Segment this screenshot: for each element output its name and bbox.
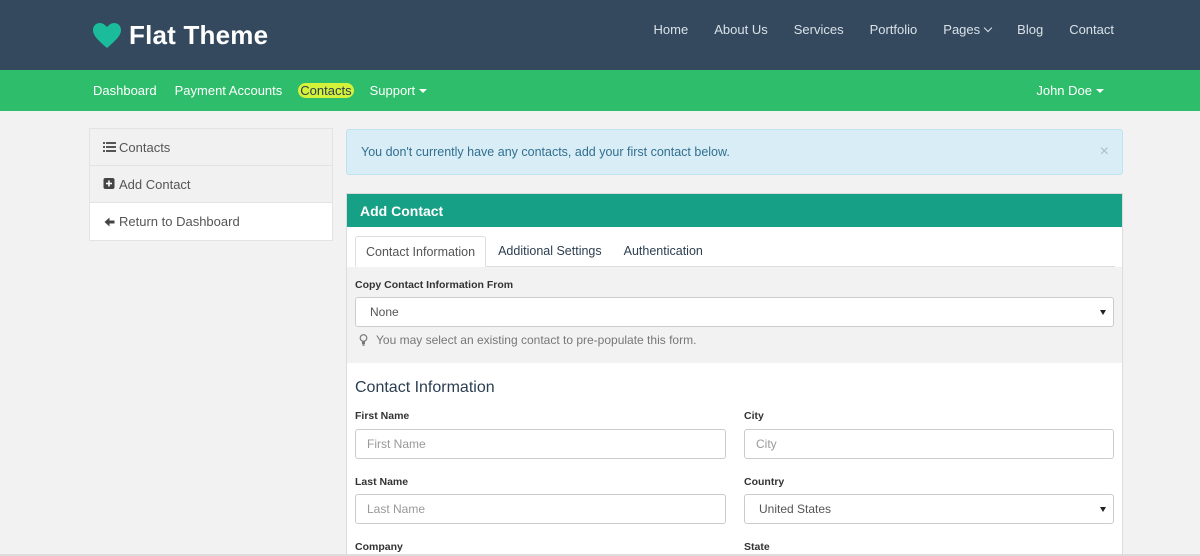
subnav-contacts[interactable]: Contacts — [298, 83, 354, 98]
sub-nav: Dashboard Payment Accounts Contacts Supp… — [93, 83, 445, 98]
plus-square-icon — [103, 178, 115, 189]
close-icon[interactable]: × — [1100, 143, 1109, 161]
country-label: Country — [744, 476, 785, 488]
nav-home[interactable]: Home — [654, 22, 689, 37]
info-alert: You don't currently have any contacts, a… — [346, 129, 1123, 175]
tab-contact-information[interactable]: Contact Information — [355, 236, 487, 267]
nav-label: Portfolio — [869, 22, 918, 37]
country-select[interactable]: United States — [744, 494, 1114, 524]
nav-label: Contact — [1069, 22, 1114, 37]
last-name-input[interactable] — [355, 494, 726, 524]
list-icon — [103, 142, 116, 152]
arrow-left-icon — [104, 217, 115, 226]
nav-label: Blog — [1017, 22, 1044, 37]
subnav-label: Support — [369, 83, 416, 98]
add-contact-panel: Add Contact Contact Information Addition… — [346, 193, 1123, 556]
city-label: City — [744, 410, 764, 422]
nav-services[interactable]: Services — [794, 22, 844, 37]
select-value: None — [370, 305, 399, 319]
alert-message: You don't currently have any contacts, a… — [361, 145, 730, 159]
sub-nav-bar: Dashboard Payment Accounts Contacts Supp… — [0, 70, 1200, 111]
nav-portfolio[interactable]: Portfolio — [870, 22, 918, 37]
company-label: Company — [355, 541, 403, 553]
sidebar-item-return-dashboard[interactable]: Return to Dashboard — [90, 203, 332, 240]
city-input[interactable] — [744, 429, 1114, 459]
section-title: Contact Information — [355, 379, 495, 396]
help-text: You may select an existing contact to pr… — [376, 333, 697, 347]
copy-contact-help: You may select an existing contact to pr… — [359, 333, 696, 347]
nav-label: Pages — [943, 22, 981, 37]
nav-label: About Us — [714, 22, 768, 37]
select-value: United States — [759, 502, 832, 516]
sidebar-item-label: Contacts — [119, 139, 171, 155]
sidebar: Contacts Add Contact Return to Dashboard — [89, 128, 333, 241]
top-header: Flat Theme Home About Us Services Portfo… — [0, 0, 1200, 70]
user-menu[interactable]: John Doe — [1036, 83, 1104, 98]
tab-authentication[interactable]: Authentication — [614, 236, 713, 266]
lightbulb-icon — [359, 334, 368, 346]
brand-logo[interactable]: Flat Theme — [93, 20, 268, 51]
state-label: State — [744, 541, 770, 553]
caret-down-icon — [1100, 507, 1106, 512]
nav-label: Services — [793, 22, 844, 37]
subnav-payment-accounts[interactable]: Payment Accounts — [175, 83, 283, 98]
nav-about-us[interactable]: About Us — [714, 22, 767, 37]
copy-contact-label: Copy Contact Information From — [355, 279, 514, 291]
main-nav: Home About Us Services Portfolio Pages B… — [628, 22, 1114, 37]
sidebar-item-contacts[interactable]: Contacts — [90, 129, 332, 166]
subnav-support[interactable]: Support — [370, 83, 428, 98]
copy-contact-section: Copy Contact Information From None You m… — [347, 267, 1122, 363]
brand-name: Flat Theme — [129, 20, 269, 50]
first-name-input[interactable] — [355, 429, 726, 459]
caret-down-icon — [419, 88, 428, 93]
heart-icon — [93, 22, 121, 48]
copy-contact-select[interactable]: None — [355, 297, 1114, 327]
nav-pages[interactable]: Pages — [943, 22, 993, 37]
first-name-label: First Name — [355, 410, 410, 422]
sidebar-item-label: Add Contact — [119, 176, 191, 192]
panel-title: Add Contact — [347, 194, 1122, 227]
last-name-label: Last Name — [355, 476, 409, 488]
sidebar-item-add-contact[interactable]: Add Contact — [90, 166, 332, 203]
chevron-down-icon — [983, 23, 993, 33]
nav-label: Home — [653, 22, 689, 37]
tab-bar: Contact Information Additional Settings … — [355, 236, 1115, 267]
subnav-dashboard[interactable]: Dashboard — [93, 83, 157, 98]
nav-contact[interactable]: Contact — [1069, 22, 1114, 37]
caret-down-icon — [1096, 88, 1104, 93]
caret-down-icon — [1100, 310, 1106, 315]
sidebar-item-label: Return to Dashboard — [119, 214, 240, 229]
tab-additional-settings[interactable]: Additional Settings — [488, 236, 612, 266]
user-name: John Doe — [1036, 83, 1092, 98]
nav-blog[interactable]: Blog — [1017, 22, 1043, 37]
